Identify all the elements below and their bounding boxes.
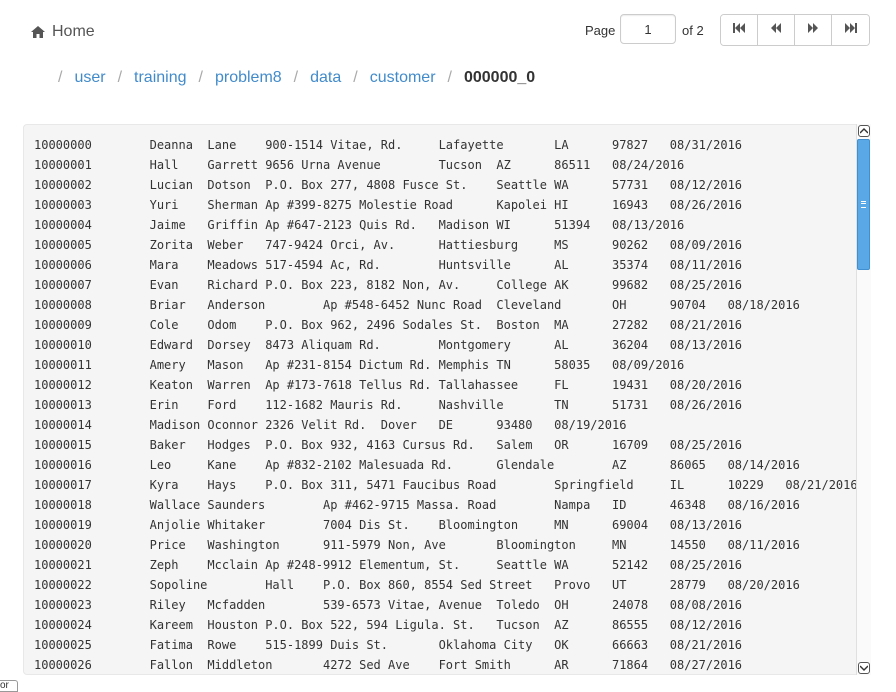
previous-page-icon (769, 21, 783, 39)
next-page-icon (806, 21, 820, 39)
breadcrumb-separator: / (353, 69, 358, 86)
breadcrumb-separator: / (58, 69, 63, 86)
breadcrumb-data[interactable]: data (310, 69, 341, 87)
page-number-input[interactable] (620, 14, 676, 44)
grip-icon (861, 201, 866, 208)
page-label: Page (585, 23, 616, 38)
breadcrumb-separator: / (293, 69, 299, 86)
scroll-down-button[interactable] (856, 661, 871, 675)
file-content-panel: 10000000 Deanna Lane 900-1514 Vitae, Rd.… (23, 124, 871, 675)
file-content-viewport: 10000000 Deanna Lane 900-1514 Vitae, Rd.… (34, 135, 856, 675)
first-page-icon (732, 21, 746, 39)
first-page-button[interactable] (721, 15, 758, 45)
scrollbar-thumb[interactable] (857, 139, 870, 270)
bottom-left-partial-element: or (0, 680, 18, 692)
breadcrumb-customer[interactable]: customer (370, 69, 436, 87)
home-label: Home (52, 23, 95, 40)
last-page-button[interactable] (832, 15, 869, 45)
breadcrumb-current-file: 000000_0 (463, 69, 536, 86)
pagination-controls (720, 14, 870, 46)
last-page-icon (844, 21, 858, 39)
previous-page-button[interactable] (758, 15, 795, 45)
breadcrumb-user[interactable]: user (74, 69, 105, 87)
breadcrumb-problem8[interactable]: problem8 (215, 69, 282, 87)
home-link[interactable]: Home (30, 21, 95, 43)
breadcrumb-training[interactable]: training (134, 69, 186, 87)
home-icon (30, 25, 46, 39)
next-page-button[interactable] (795, 15, 832, 45)
page-count-label: of 2 (682, 23, 704, 38)
breadcrumb-separator: / (447, 69, 452, 86)
scroll-up-icon (857, 125, 870, 137)
breadcrumb: / user / training / problem8 / data / cu… (58, 67, 535, 89)
breadcrumb-separator: / (117, 69, 123, 86)
scroll-up-button[interactable] (856, 124, 871, 138)
scroll-down-icon (857, 662, 870, 674)
file-content: 10000000 Deanna Lane 900-1514 Vitae, Rd.… (34, 138, 856, 672)
breadcrumb-separator: / (198, 69, 203, 86)
